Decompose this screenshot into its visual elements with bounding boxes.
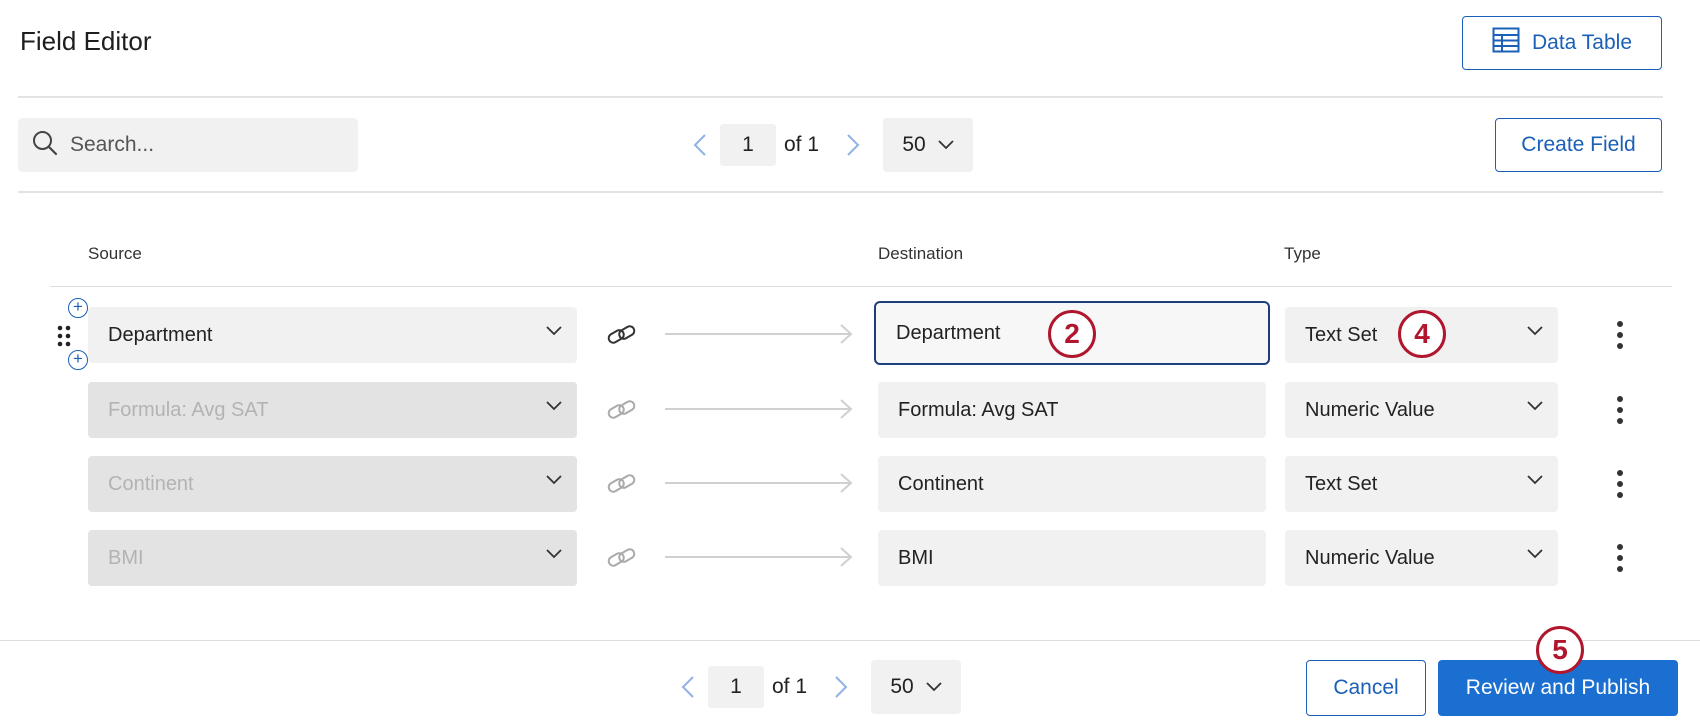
mapping-arrow — [665, 397, 855, 426]
chevron-down-icon — [926, 682, 942, 692]
column-header-source: Source — [88, 244, 142, 263]
source-select: Formula: Avg SAT — [88, 382, 577, 438]
mapping-arrow — [665, 471, 855, 500]
prev-page-button[interactable] — [680, 118, 720, 172]
bottom-pagination: 1 of 1 50 — [668, 660, 962, 714]
search-input[interactable] — [70, 133, 340, 157]
type-value: Text Set — [1305, 472, 1378, 495]
source-value: Continent — [108, 472, 194, 495]
chevron-down-icon — [546, 401, 562, 411]
per-page-select[interactable]: 50 — [883, 118, 974, 172]
page-count: of 1 — [784, 133, 820, 156]
chevron-down-icon — [1527, 549, 1543, 559]
page-count: of 1 — [772, 675, 808, 698]
next-page-button[interactable] — [833, 118, 873, 172]
destination-field[interactable] — [878, 456, 1266, 512]
cancel-button[interactable]: Cancel — [1306, 660, 1426, 716]
chevron-down-icon — [546, 549, 562, 559]
add-row-below-icon[interactable]: + — [68, 350, 88, 370]
source-value: Department — [108, 323, 213, 346]
chevron-down-icon — [938, 140, 954, 150]
data-table-button[interactable]: Data Table — [1462, 16, 1662, 70]
more-options-icon[interactable] — [1610, 464, 1630, 504]
chevron-left-icon — [681, 676, 694, 698]
per-page-value: 50 — [890, 675, 914, 698]
destination-field[interactable] — [878, 530, 1266, 586]
page-title: Field Editor — [20, 26, 152, 56]
link-icon[interactable] — [605, 322, 639, 353]
link-icon[interactable] — [605, 545, 639, 576]
page-number-field[interactable]: 1 — [708, 666, 764, 708]
type-value: Numeric Value — [1305, 398, 1435, 421]
more-options-icon[interactable] — [1610, 390, 1630, 430]
more-options-icon[interactable] — [1610, 538, 1630, 578]
step-badge: 2 — [1048, 310, 1096, 358]
source-select[interactable]: Department — [88, 307, 577, 363]
source-value: BMI — [108, 546, 144, 569]
per-page-select[interactable]: 50 — [871, 660, 962, 714]
chevron-down-icon — [1527, 326, 1543, 336]
chevron-down-icon — [1527, 475, 1543, 485]
step-badge: 5 — [1536, 626, 1584, 674]
type-select[interactable]: Numeric Value — [1285, 382, 1558, 438]
search-box[interactable] — [18, 118, 358, 172]
column-header-type: Type — [1284, 244, 1321, 263]
data-table-label: Data Table — [1531, 31, 1633, 54]
source-select: BMI — [88, 530, 577, 586]
step-badge: 4 — [1398, 310, 1446, 358]
footer-divider — [0, 640, 1700, 641]
chevron-left-icon — [693, 134, 706, 156]
mapping-arrow — [665, 322, 855, 351]
type-select[interactable]: Numeric Value — [1285, 530, 1558, 586]
type-select[interactable]: Text Set — [1285, 456, 1558, 512]
create-field-button[interactable]: Create Field — [1495, 118, 1662, 172]
chevron-down-icon — [546, 326, 562, 336]
source-value: Formula: Avg SAT — [108, 398, 269, 421]
next-page-button[interactable] — [821, 660, 861, 714]
prev-page-button[interactable] — [668, 660, 708, 714]
link-icon[interactable] — [605, 471, 639, 502]
header-divider — [50, 286, 1672, 287]
divider — [18, 96, 1663, 98]
per-page-value: 50 — [902, 133, 926, 156]
destination-field[interactable] — [878, 382, 1266, 438]
type-value: Text Set — [1305, 323, 1378, 346]
chevron-down-icon — [546, 475, 562, 485]
table-icon — [1492, 27, 1520, 59]
link-icon[interactable] — [605, 397, 639, 428]
type-value: Numeric Value — [1305, 546, 1435, 569]
add-row-above-icon[interactable]: + — [68, 298, 88, 318]
chevron-down-icon — [1527, 401, 1543, 411]
page-number-field[interactable]: 1 — [720, 124, 776, 166]
more-options-icon[interactable] — [1610, 315, 1630, 355]
mapping-arrow — [665, 545, 855, 574]
chevron-right-icon — [835, 676, 848, 698]
column-header-destination: Destination — [878, 244, 964, 263]
chevron-right-icon — [847, 134, 860, 156]
divider — [18, 191, 1663, 193]
drag-handle-icon[interactable] — [57, 325, 71, 352]
source-select: Continent — [88, 456, 577, 512]
top-pagination: 1 of 1 50 — [680, 118, 974, 172]
search-icon — [32, 130, 58, 161]
